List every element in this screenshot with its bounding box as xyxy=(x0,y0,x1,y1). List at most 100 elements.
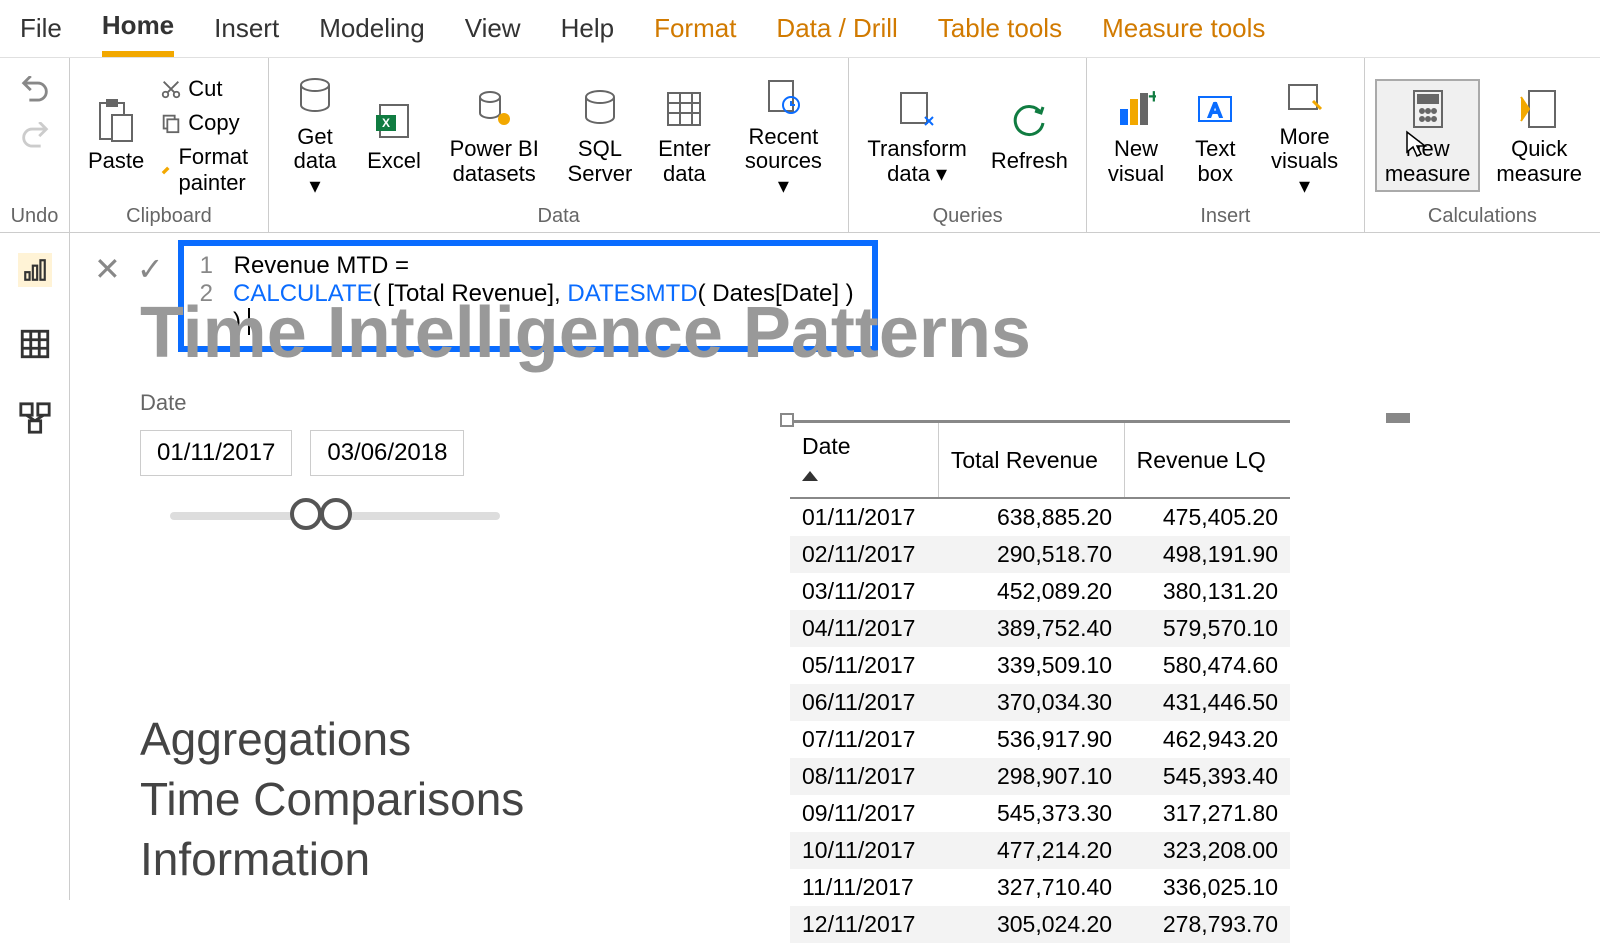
table-row[interactable]: 05/11/2017339,509.10580,474.60 xyxy=(790,647,1290,684)
table-cell: 431,446.50 xyxy=(1124,684,1290,721)
transform-data-button[interactable]: Transform data ▾ xyxy=(859,81,974,189)
sql-server-button[interactable]: SQL Server xyxy=(560,81,641,189)
table-row[interactable]: 09/11/2017545,373.30317,271.80 xyxy=(790,795,1290,832)
redo-icon[interactable] xyxy=(18,122,52,156)
quick-calc-icon xyxy=(1519,89,1559,129)
table-row[interactable]: 10/11/2017477,214.20323,208.00 xyxy=(790,832,1290,869)
model-view-icon[interactable] xyxy=(18,401,52,435)
sql-icon xyxy=(580,89,620,129)
ribbon-group-queries: Transform data ▾ Refresh Queries xyxy=(849,58,1086,232)
slicer-start-date[interactable]: 01/11/2017 xyxy=(140,430,292,476)
cut-icon xyxy=(160,78,182,100)
ribbon-group-clipboard: Paste Cut Copy Format painter Clipboard xyxy=(70,58,269,232)
quick-measure-button[interactable]: Quick measure xyxy=(1488,81,1590,189)
report-view-icon[interactable] xyxy=(18,253,52,287)
new-visual-button[interactable]: +New visual xyxy=(1097,81,1175,189)
resize-handle-icon[interactable] xyxy=(780,413,794,427)
nav-text-item[interactable]: Time Comparisons xyxy=(140,770,524,830)
table-cell: 02/11/2017 xyxy=(790,536,938,573)
paste-icon xyxy=(96,97,136,145)
nav-text-item[interactable]: Information xyxy=(140,830,524,890)
formula-commit-icon[interactable]: ✓ xyxy=(137,250,164,288)
table-cell: 452,089.20 xyxy=(938,573,1124,610)
table-cell: 298,907.10 xyxy=(938,758,1124,795)
menu-table-tools[interactable]: Table tools xyxy=(938,3,1062,54)
table-row[interactable]: 12/11/2017305,024.20278,793.70 xyxy=(790,906,1290,943)
database-icon xyxy=(295,77,335,117)
menu-measure-tools[interactable]: Measure tools xyxy=(1102,3,1265,54)
column-header[interactable]: Revenue LQ xyxy=(1124,423,1290,498)
format-painter-button[interactable]: Format painter xyxy=(160,144,258,196)
cut-button[interactable]: Cut xyxy=(160,76,258,102)
ribbon-label-calc: Calculations xyxy=(1428,205,1537,228)
excel-icon: X xyxy=(374,101,414,141)
more-visuals-button[interactable]: More visuals ▾ xyxy=(1255,69,1354,202)
nav-text-item[interactable]: Aggregations xyxy=(140,710,524,770)
enter-data-button[interactable]: Enter data xyxy=(648,81,720,189)
table-cell: 01/11/2017 xyxy=(790,498,938,536)
table-row[interactable]: 08/11/2017298,907.10545,393.40 xyxy=(790,758,1290,795)
calculator-icon xyxy=(1408,89,1448,129)
table-cell: 10/11/2017 xyxy=(790,832,938,869)
dataset-icon xyxy=(474,89,514,129)
table-row[interactable]: 03/11/2017452,089.20380,131.20 xyxy=(790,573,1290,610)
text-box-button[interactable]: AText box xyxy=(1183,81,1247,189)
menu-home[interactable]: Home xyxy=(102,0,174,57)
refresh-button[interactable]: Refresh xyxy=(983,93,1076,177)
table-cell: 477,214.20 xyxy=(938,832,1124,869)
ribbon: Undo Paste Cut Copy Format painter Clipb… xyxy=(0,58,1600,233)
table-row[interactable]: 11/11/2017327,710.40336,025.10 xyxy=(790,869,1290,906)
column-header[interactable]: Total Revenue xyxy=(938,423,1124,498)
table-cell: 580,474.60 xyxy=(1124,647,1290,684)
table-cell: 327,710.40 xyxy=(938,869,1124,906)
column-header[interactable]: Date xyxy=(790,423,938,498)
table-row[interactable]: 02/11/2017290,518.70498,191.90 xyxy=(790,536,1290,573)
menu-modeling[interactable]: Modeling xyxy=(319,3,425,54)
table-cell: 07/11/2017 xyxy=(790,721,938,758)
new-measure-button[interactable]: New measure xyxy=(1375,79,1481,191)
data-table[interactable]: DateTotal RevenueRevenue LQ 01/11/201763… xyxy=(790,420,1290,943)
table-cell: 370,034.30 xyxy=(938,684,1124,721)
slider-handle-end[interactable] xyxy=(320,498,352,530)
ribbon-label-undo: Undo xyxy=(11,205,59,228)
get-data-button[interactable]: Get data ▾ xyxy=(279,69,351,202)
menu-help[interactable]: Help xyxy=(561,3,614,54)
svg-text:A: A xyxy=(1209,100,1223,122)
table-row[interactable]: 07/11/2017536,917.90462,943.20 xyxy=(790,721,1290,758)
recent-sources-button[interactable]: Recent sources ▾ xyxy=(728,69,838,202)
menu-bar: File Home Insert Modeling View Help Format Data… xyxy=(0,0,1600,58)
table-row[interactable]: 06/11/2017370,034.30431,446.50 xyxy=(790,684,1290,721)
table-cell: 475,405.20 xyxy=(1124,498,1290,536)
page-title: Time Intelligence Patterns xyxy=(140,292,1031,374)
data-view-icon[interactable] xyxy=(18,327,52,361)
view-rail xyxy=(0,233,70,900)
paste-button[interactable]: Paste xyxy=(80,93,152,177)
pbi-datasets-button[interactable]: Power BI datasets xyxy=(437,81,552,189)
refresh-icon xyxy=(1009,101,1049,141)
menu-data-drill[interactable]: Data / Drill xyxy=(776,3,897,54)
formula-cancel-icon[interactable]: ✕ xyxy=(94,250,121,288)
table-cell: 462,943.20 xyxy=(1124,721,1290,758)
table-row[interactable]: 04/11/2017389,752.40579,570.10 xyxy=(790,610,1290,647)
textbox-icon: A xyxy=(1195,89,1235,129)
table-row[interactable]: 01/11/2017638,885.20475,405.20 xyxy=(790,498,1290,536)
slider-handle-start[interactable] xyxy=(290,498,322,530)
ribbon-label-data: Data xyxy=(538,205,580,228)
copy-button[interactable]: Copy xyxy=(160,110,258,136)
table-cell: 317,271.80 xyxy=(1124,795,1290,832)
menu-insert[interactable]: Insert xyxy=(214,3,279,54)
table-cell: 305,024.20 xyxy=(938,906,1124,943)
date-slicer[interactable]: Date 01/11/2017 03/06/2018 xyxy=(140,390,590,520)
resize-handle-icon[interactable] xyxy=(1386,413,1410,423)
slicer-slider[interactable] xyxy=(170,512,500,520)
excel-button[interactable]: XExcel xyxy=(359,93,429,177)
table-cell: 09/11/2017 xyxy=(790,795,938,832)
table-cell: 336,025.10 xyxy=(1124,869,1290,906)
grid-icon xyxy=(664,89,704,129)
menu-view[interactable]: View xyxy=(465,3,521,54)
table-cell: 339,509.10 xyxy=(938,647,1124,684)
menu-format[interactable]: Format xyxy=(654,3,736,54)
slicer-end-date[interactable]: 03/06/2018 xyxy=(310,430,464,476)
menu-file[interactable]: File xyxy=(20,3,62,54)
undo-icon[interactable] xyxy=(18,76,52,110)
